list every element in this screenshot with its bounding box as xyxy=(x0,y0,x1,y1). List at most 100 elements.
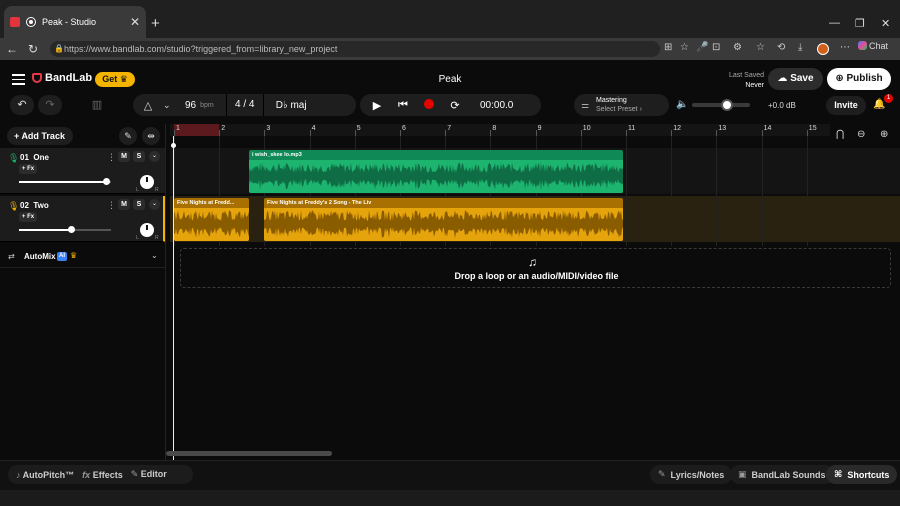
crown-icon: ♛ xyxy=(119,74,128,84)
zoom-in-icon[interactable]: ⊕ xyxy=(880,129,888,140)
restore-icon[interactable]: ❐ xyxy=(855,17,865,30)
pan-knob[interactable] xyxy=(140,175,154,189)
playhead[interactable] xyxy=(173,136,174,460)
apps-icon[interactable]: ⊞ xyxy=(664,42,672,53)
add-fx-button[interactable]: + Fx xyxy=(19,212,37,222)
browser-tab[interactable]: Peak - Studio ✕ xyxy=(4,6,146,38)
new-tab-icon[interactable]: + xyxy=(151,15,160,32)
lyrics-notes-button[interactable]: ✎ Lyrics/Notes xyxy=(650,465,733,484)
rewind-button[interactable]: ⏮ xyxy=(390,99,416,112)
track-header-1[interactable]: 🎙 01 One ⋮ M S ⌄ + Fx L R xyxy=(0,148,165,194)
automix-icon: ⇄ xyxy=(8,252,15,261)
pan-left-label: L xyxy=(136,235,139,241)
piano-button[interactable]: ▥ xyxy=(86,95,108,115)
audio-clip[interactable]: Five Nights at Fredd... xyxy=(174,198,249,241)
horizontal-scrollbar[interactable] xyxy=(166,451,332,456)
chevron-down-icon[interactable]: ⌄ xyxy=(151,251,158,260)
mastering-preset: Select Preset xyxy=(596,106,638,113)
read-aloud-icon[interactable]: ⊡ xyxy=(712,42,720,53)
automix-label: AutoMix xyxy=(24,252,56,261)
tempo-value[interactable]: 96 xyxy=(185,100,196,111)
expand-icon[interactable]: ⌄ xyxy=(149,151,160,162)
track-name: 02 Two xyxy=(20,201,49,210)
expand-icon[interactable]: ⌄ xyxy=(149,199,160,210)
mic-track-icon: 🎙 xyxy=(8,201,20,211)
mastering-title: Mastering xyxy=(596,97,627,104)
mastering-button[interactable]: ⚌ Mastering Select Preset › xyxy=(574,94,669,116)
undo-button[interactable]: ↶ xyxy=(10,95,34,115)
solo-button[interactable]: S xyxy=(133,151,145,162)
tab-close-icon[interactable]: ✕ xyxy=(130,15,140,29)
effects-button[interactable]: fx Effects xyxy=(82,470,123,480)
chevron-down-icon[interactable]: ⌄ xyxy=(163,100,179,111)
menu-icon[interactable] xyxy=(12,74,25,88)
track-volume-knob[interactable] xyxy=(68,226,76,233)
metronome-icon[interactable]: △ xyxy=(133,99,163,112)
redo-button[interactable]: ↷ xyxy=(38,95,62,115)
track-menu-icon[interactable]: ⋮ xyxy=(107,200,116,211)
play-button[interactable]: ▶ xyxy=(364,99,390,112)
history-icon[interactable]: ⟲ xyxy=(777,42,785,53)
track-volume-fill xyxy=(19,229,72,231)
skip-back-icon: ⏮ xyxy=(398,98,408,111)
loop-button[interactable]: ⟳ xyxy=(442,99,468,112)
back-icon[interactable]: ← xyxy=(6,42,18,56)
bandlab-sounds-button[interactable]: ▣ BandLab Sounds xyxy=(730,465,834,484)
magnet-icon[interactable]: ⋂ xyxy=(836,129,844,140)
last-saved-value: Never xyxy=(745,82,764,89)
music-note-icon: ♫ xyxy=(528,255,537,269)
time-signature[interactable]: 4 / 4 xyxy=(225,94,264,116)
loop-region[interactable] xyxy=(174,124,219,136)
undo-icon: ↶ xyxy=(17,99,27,111)
add-track-button[interactable]: + Add Track xyxy=(7,127,73,145)
bar-number: 8 xyxy=(492,125,497,132)
automix-row[interactable]: ⇄ AutoMix AI ♛ ⌄ xyxy=(0,246,165,268)
collections-icon[interactable]: ☆ xyxy=(756,42,765,53)
get-membership-button[interactable]: Get ♛ xyxy=(95,72,135,87)
shortcuts-button[interactable]: ⌘ Shortcuts xyxy=(826,465,898,484)
autopitch-button[interactable]: ♪ AutoPitch™ xyxy=(16,470,74,480)
download-icon[interactable]: ⤓ xyxy=(798,42,802,53)
tool-pen-button[interactable]: ✎ xyxy=(119,127,137,145)
master-volume-db: +0.0 dB xyxy=(768,101,796,110)
bandlab-logo[interactable]: BandLab xyxy=(32,72,92,84)
mic-icon[interactable]: 🎤 xyxy=(696,42,708,53)
extensions-icon[interactable]: ⚙ xyxy=(733,42,742,53)
solo-button[interactable]: S xyxy=(133,199,145,210)
chat-button[interactable]: Chat xyxy=(858,41,888,51)
lyrics-icon: ✎ xyxy=(658,469,666,479)
tool-split-button[interactable]: ⇹ xyxy=(142,127,160,145)
tempo-unit: bpm xyxy=(200,101,214,109)
url-field[interactable]: 🔒 https://www.bandlab.com/studio?trigger… xyxy=(50,41,660,57)
playhead-handle[interactable] xyxy=(171,143,176,148)
track-header-2[interactable]: 🎙 02 Two ⋮ M S ⌄ + Fx L R xyxy=(0,196,165,242)
track-menu-icon[interactable]: ⋮ xyxy=(107,152,116,163)
profile-avatar[interactable] xyxy=(817,43,829,55)
invite-button[interactable]: Invite xyxy=(826,96,866,115)
favorite-icon[interactable]: ☆ xyxy=(680,42,689,53)
key-signature[interactable]: D♭ maj xyxy=(276,100,307,111)
mute-button[interactable]: M xyxy=(118,151,130,162)
audio-clip[interactable]: i wish_skee lo.mp3 xyxy=(249,150,623,193)
master-volume-knob[interactable] xyxy=(720,99,733,111)
window-close-icon[interactable]: ✕ xyxy=(881,17,890,30)
track-volume-knob[interactable] xyxy=(103,178,111,185)
drop-zone[interactable]: ♫ Drop a loop or an audio/MIDI/video fil… xyxy=(180,248,891,288)
publish-button[interactable]: ⊕ Publish xyxy=(827,68,891,90)
more-icon[interactable]: ⋯ xyxy=(840,42,850,53)
mute-button[interactable]: M xyxy=(118,199,130,210)
record-button[interactable] xyxy=(416,99,442,111)
editor-button[interactable]: ✎ Editor xyxy=(131,469,167,480)
speaker-icon[interactable]: 🔈 xyxy=(676,99,688,110)
play-icon: ▶ xyxy=(372,99,382,112)
save-button[interactable]: ☁ Save xyxy=(768,68,823,90)
url-text: https://www.bandlab.com/studio?triggered… xyxy=(64,44,338,54)
panel-divider[interactable] xyxy=(165,124,166,460)
project-title[interactable]: Peak xyxy=(420,74,480,85)
reload-icon[interactable]: ↻ xyxy=(28,42,38,56)
add-fx-button[interactable]: + Fx xyxy=(19,164,37,174)
pan-knob[interactable] xyxy=(140,223,154,237)
minimize-icon[interactable]: — xyxy=(829,17,840,29)
zoom-out-icon[interactable]: ⊖ xyxy=(857,129,865,140)
audio-clip[interactable]: Five Nights at Freddy's 2 Song - The Liv xyxy=(264,198,623,241)
